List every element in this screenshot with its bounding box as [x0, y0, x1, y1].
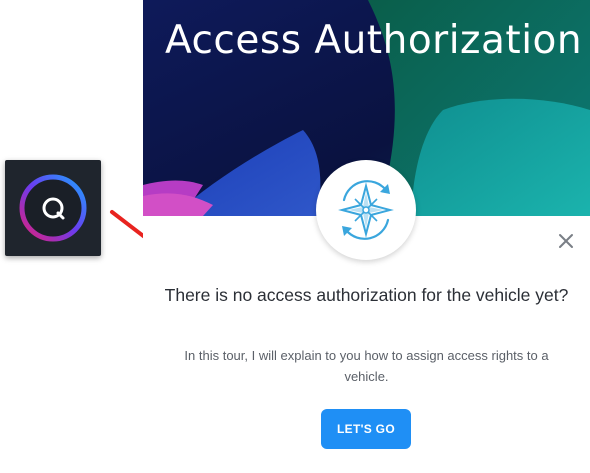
banner-title: Access Authorization [165, 18, 583, 63]
q-logo-icon [19, 174, 87, 242]
close-icon [559, 234, 573, 248]
tour-dialog: Access Authorization There is no access … [143, 0, 590, 473]
lets-go-button[interactable]: LET'S GO [321, 409, 411, 449]
close-button[interactable] [555, 230, 577, 252]
launcher-button[interactable] [5, 160, 101, 256]
compass-badge [316, 160, 416, 260]
dialog-body: In this tour, I will explain to you how … [184, 348, 549, 384]
compass-icon [338, 180, 394, 240]
dialog-heading: There is no access authorization for the… [164, 285, 569, 305]
